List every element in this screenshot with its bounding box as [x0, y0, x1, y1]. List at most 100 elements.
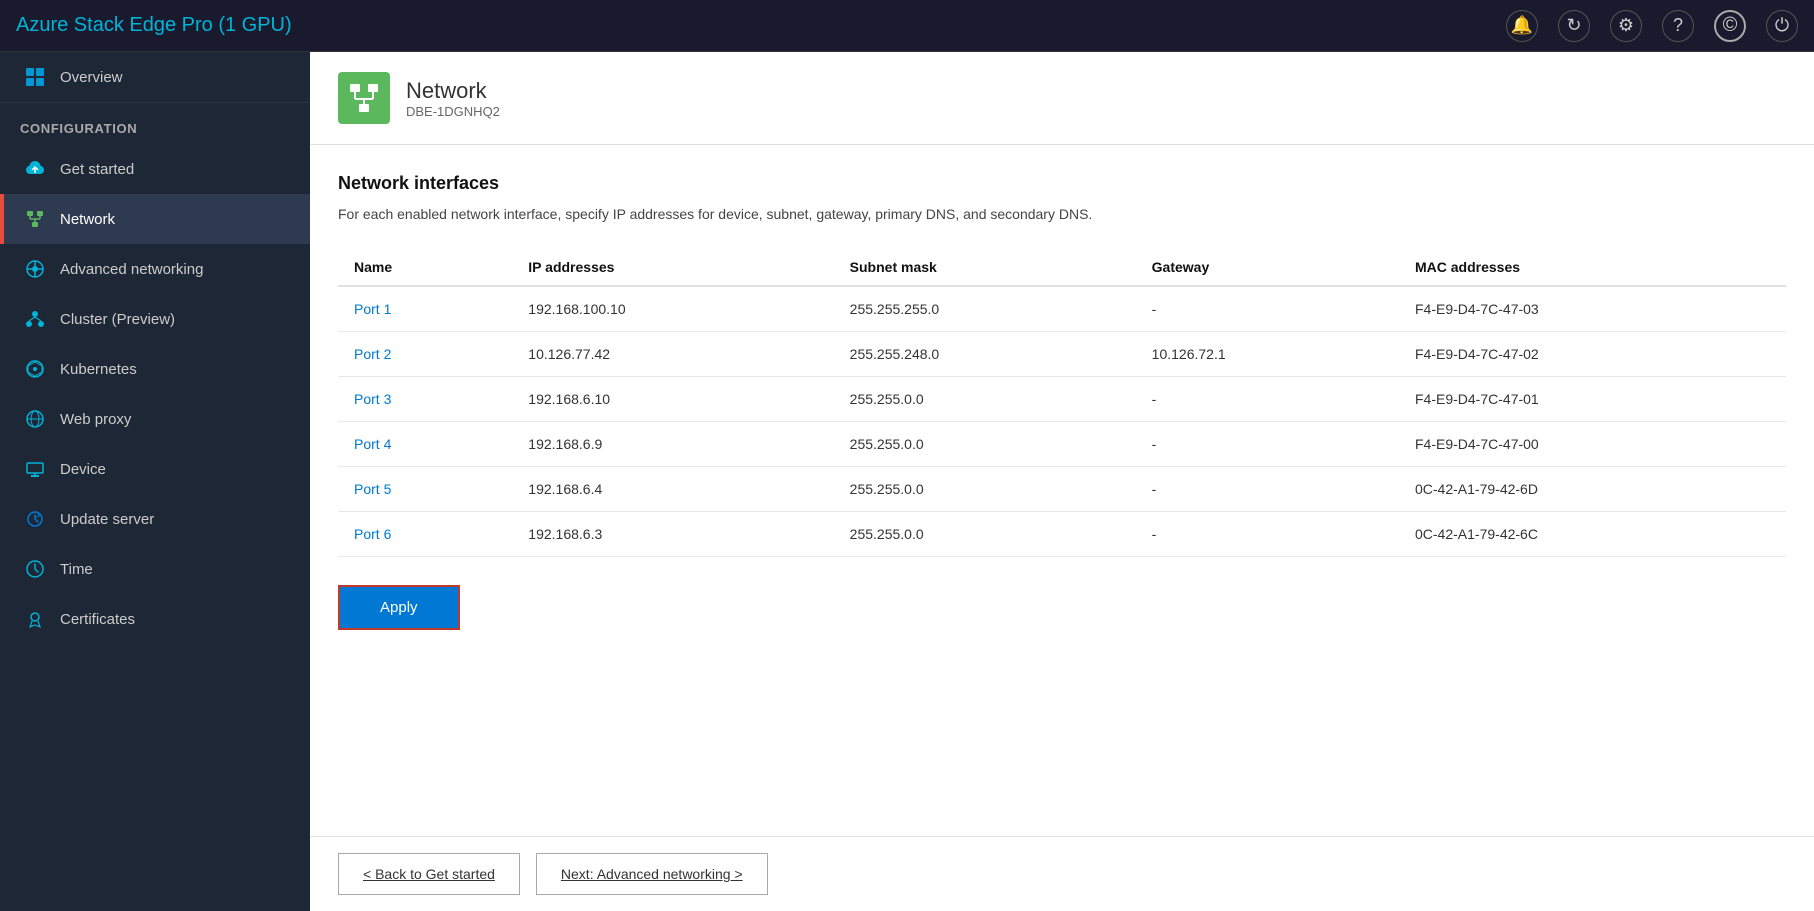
app-title: Azure Stack Edge Pro (1 GPU): [16, 14, 292, 37]
table-body: Port 1192.168.100.10255.255.255.0-F4-E9-…: [338, 286, 1786, 557]
device-icon: [24, 458, 46, 480]
table-header: Name IP addresses Subnet mask Gateway MA…: [338, 249, 1786, 286]
gateway-1: -: [1136, 286, 1399, 332]
subnet-mask-5: 255.255.0.0: [834, 467, 1136, 512]
table-row: Port 6192.168.6.3255.255.0.0-0C-42-A1-79…: [338, 512, 1786, 557]
ip-address-2: 10.126.77.42: [512, 332, 833, 377]
sidebar-item-network-label: Network: [60, 211, 115, 228]
title-bar: Azure Stack Edge Pro (1 GPU) 🔔 ↻ ⚙ ? © ⏻: [0, 0, 1814, 52]
title-bar-icons: 🔔 ↻ ⚙ ? © ⏻: [1506, 10, 1798, 42]
sidebar-item-advanced-networking[interactable]: Advanced networking: [0, 244, 310, 294]
main-layout: Overview CONFIGURATION Get started: [0, 52, 1814, 911]
sidebar-item-device[interactable]: Device: [0, 444, 310, 494]
subnet-mask-1: 255.255.255.0: [834, 286, 1136, 332]
ip-address-1: 192.168.100.10: [512, 286, 833, 332]
content-body: Network interfaces For each enabled netw…: [310, 145, 1814, 836]
sidebar-item-kubernetes-label: Kubernetes: [60, 361, 137, 378]
gateway-5: -: [1136, 467, 1399, 512]
gateway-6: -: [1136, 512, 1399, 557]
mac-address-1: F4-E9-D4-7C-47-03: [1399, 286, 1786, 332]
mac-address-2: F4-E9-D4-7C-47-02: [1399, 332, 1786, 377]
table-row: Port 3192.168.6.10255.255.0.0-F4-E9-D4-7…: [338, 377, 1786, 422]
sidebar-item-network[interactable]: Network: [0, 194, 310, 244]
sidebar-item-web-proxy[interactable]: Web proxy: [0, 394, 310, 444]
table-row: Port 210.126.77.42255.255.248.010.126.72…: [338, 332, 1786, 377]
cluster-icon: [24, 308, 46, 330]
col-ip: IP addresses: [512, 249, 833, 286]
port-link-5[interactable]: Port 5: [338, 467, 512, 512]
sidebar-item-time-label: Time: [60, 561, 93, 578]
port-link-6[interactable]: Port 6: [338, 512, 512, 557]
network-icon: [24, 208, 46, 230]
gateway-4: -: [1136, 422, 1399, 467]
network-header-icon: [338, 72, 390, 124]
mac-address-4: F4-E9-D4-7C-47-00: [1399, 422, 1786, 467]
table-row: Port 4192.168.6.9255.255.0.0-F4-E9-D4-7C…: [338, 422, 1786, 467]
subnet-mask-3: 255.255.0.0: [834, 377, 1136, 422]
sidebar-item-overview[interactable]: Overview: [0, 52, 310, 102]
sidebar-item-kubernetes[interactable]: Kubernetes: [0, 344, 310, 394]
content-header-text: Network DBE-1DGNHQ2: [406, 78, 500, 119]
update-icon: [24, 508, 46, 530]
gateway-2: 10.126.72.1: [1136, 332, 1399, 377]
sidebar-section-configuration: CONFIGURATION: [0, 102, 310, 144]
kubernetes-icon: [24, 358, 46, 380]
sidebar-item-web-proxy-label: Web proxy: [60, 411, 131, 428]
sidebar-item-certificates[interactable]: Certificates: [0, 594, 310, 644]
section-title: Network interfaces: [338, 173, 1786, 194]
col-subnet: Subnet mask: [834, 249, 1136, 286]
table-row: Port 5192.168.6.4255.255.0.0-0C-42-A1-79…: [338, 467, 1786, 512]
sidebar-item-get-started-label: Get started: [60, 161, 134, 178]
sidebar-item-time[interactable]: Time: [0, 544, 310, 594]
back-button[interactable]: < Back to Get started: [338, 853, 520, 895]
ip-address-4: 192.168.6.9: [512, 422, 833, 467]
certificates-icon: [24, 608, 46, 630]
sidebar-item-get-started[interactable]: Get started: [0, 144, 310, 194]
advanced-network-icon: [24, 258, 46, 280]
ip-address-6: 192.168.6.3: [512, 512, 833, 557]
sidebar-item-overview-label: Overview: [60, 69, 123, 86]
grid-icon: [24, 66, 46, 88]
content-footer: < Back to Get started Next: Advanced net…: [310, 836, 1814, 911]
col-mac: MAC addresses: [1399, 249, 1786, 286]
table-row: Port 1192.168.100.10255.255.255.0-F4-E9-…: [338, 286, 1786, 332]
settings-icon[interactable]: ⚙: [1610, 10, 1642, 42]
sidebar-item-update-server[interactable]: Update server: [0, 494, 310, 544]
help-icon[interactable]: ?: [1662, 10, 1694, 42]
apply-button[interactable]: Apply: [338, 585, 460, 630]
network-interfaces-table: Name IP addresses Subnet mask Gateway MA…: [338, 249, 1786, 557]
gateway-3: -: [1136, 377, 1399, 422]
content-header: Network DBE-1DGNHQ2: [310, 52, 1814, 145]
port-link-4[interactable]: Port 4: [338, 422, 512, 467]
ip-address-5: 192.168.6.4: [512, 467, 833, 512]
power-icon[interactable]: ⏻: [1766, 10, 1798, 42]
content-area: Network DBE-1DGNHQ2 Network interfaces F…: [310, 52, 1814, 911]
account-icon[interactable]: ©: [1714, 10, 1746, 42]
subnet-mask-2: 255.255.248.0: [834, 332, 1136, 377]
page-title: Network: [406, 78, 500, 104]
port-link-1[interactable]: Port 1: [338, 286, 512, 332]
sidebar-item-cluster-label: Cluster (Preview): [60, 311, 175, 328]
sidebar-item-device-label: Device: [60, 461, 106, 478]
mac-address-6: 0C-42-A1-79-42-6C: [1399, 512, 1786, 557]
sidebar-item-advanced-networking-label: Advanced networking: [60, 261, 203, 278]
cloud-upload-icon: [24, 158, 46, 180]
bell-icon[interactable]: 🔔: [1506, 10, 1538, 42]
mac-address-5: 0C-42-A1-79-42-6D: [1399, 467, 1786, 512]
sidebar-item-update-server-label: Update server: [60, 511, 154, 528]
web-icon: [24, 408, 46, 430]
port-link-2[interactable]: Port 2: [338, 332, 512, 377]
sidebar-item-certificates-label: Certificates: [60, 611, 135, 628]
page-subtitle: DBE-1DGNHQ2: [406, 104, 500, 119]
col-gateway: Gateway: [1136, 249, 1399, 286]
port-link-3[interactable]: Port 3: [338, 377, 512, 422]
sidebar: Overview CONFIGURATION Get started: [0, 52, 310, 911]
subnet-mask-4: 255.255.0.0: [834, 422, 1136, 467]
section-description: For each enabled network interface, spec…: [338, 204, 1786, 225]
col-name: Name: [338, 249, 512, 286]
sidebar-item-cluster-preview[interactable]: Cluster (Preview): [0, 294, 310, 344]
ip-address-3: 192.168.6.10: [512, 377, 833, 422]
next-button[interactable]: Next: Advanced networking >: [536, 853, 768, 895]
time-icon: [24, 558, 46, 580]
refresh-icon[interactable]: ↻: [1558, 10, 1590, 42]
